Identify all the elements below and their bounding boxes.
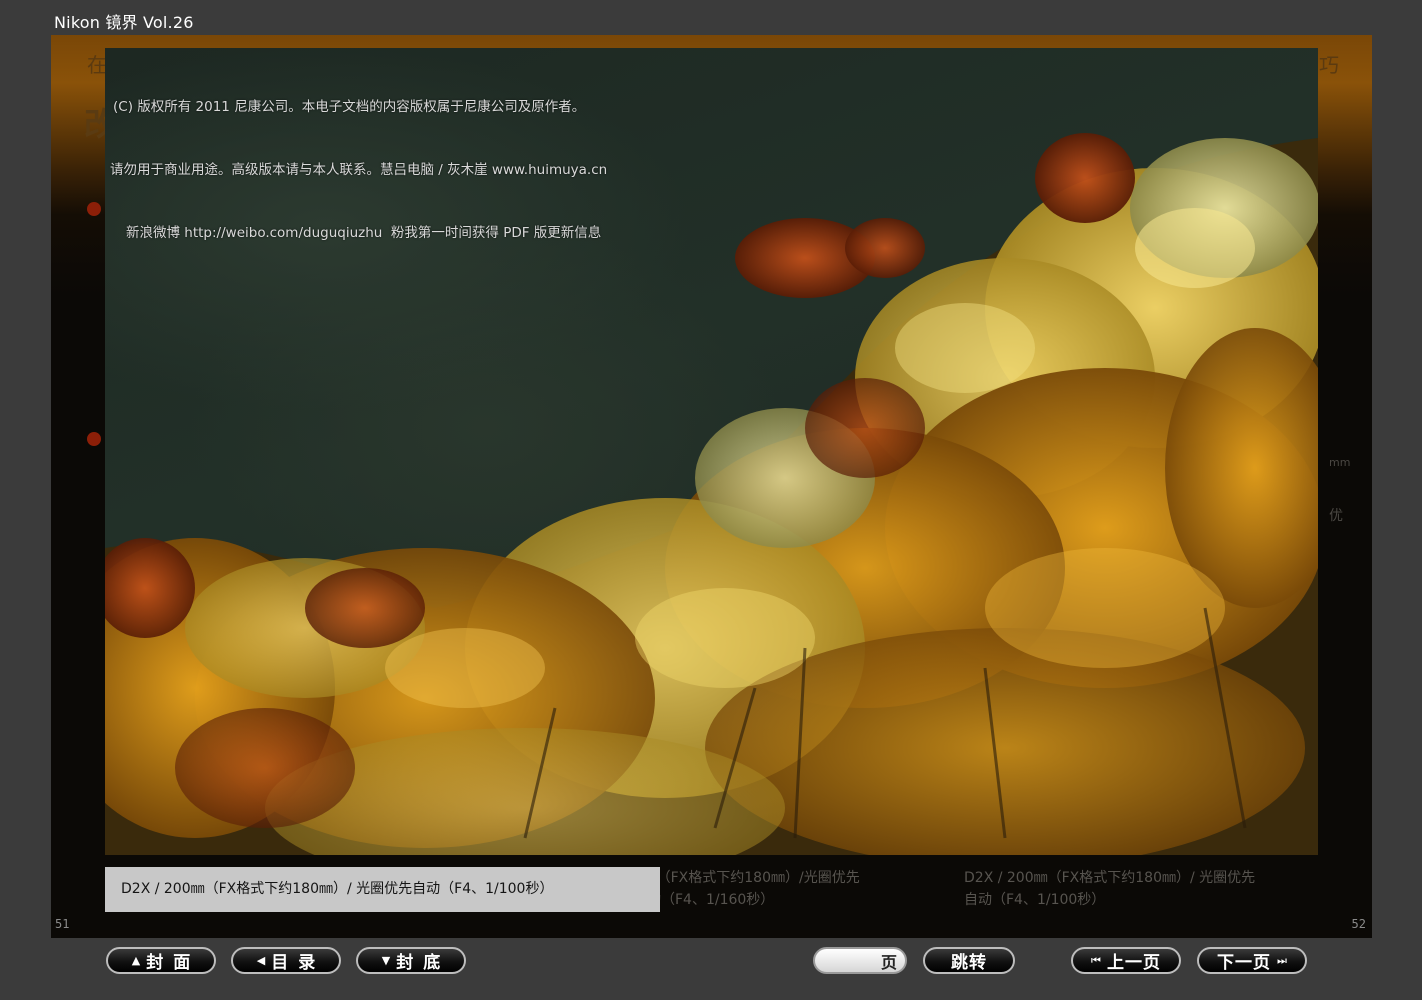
- triangle-down-icon: ▼: [381, 954, 391, 967]
- page-number-left: 51: [55, 917, 70, 931]
- ghost-caption-right: D2X / 200㎜（FX格式下约180㎜）/ 光圈优先 自动（F4、1/100…: [964, 867, 1255, 911]
- jump-button-label: 跳转: [951, 953, 987, 973]
- contents-button-label: 目录: [271, 953, 326, 973]
- ghost-side-unit: mm: [1329, 456, 1351, 469]
- bullet-dot: [87, 432, 101, 446]
- copyright-notice: (C) 版权所有 2011 尼康公司。本电子文档的内容版权属于尼康公司及原作者。…: [110, 55, 608, 286]
- autumn-forest-photo: (C) 版权所有 2011 尼康公司。本电子文档的内容版权属于尼康公司及原作者。…: [105, 48, 1318, 855]
- previous-page-button[interactable]: ⏮ 上一页: [1071, 947, 1181, 974]
- copyright-line: (C) 版权所有 2011 尼康公司。本电子文档的内容版权属于尼康公司及原作者。: [113, 99, 586, 115]
- previous-page-label: 上一页: [1106, 953, 1161, 973]
- back-cover-button[interactable]: ▼ 封底: [356, 947, 466, 974]
- ghost-side-text: 优: [1329, 508, 1343, 524]
- copyright-line: 新浪微博 http://weibo.com/duguqiuzhu 粉我第一时间获…: [126, 225, 602, 241]
- ghost-title-left: 在: [87, 53, 107, 77]
- triangle-up-icon: ▲: [131, 954, 141, 967]
- page-number-field[interactable]: 页: [813, 947, 907, 974]
- triangle-left-icon: ◀: [256, 954, 266, 967]
- app-title: Nikon 镜界 Vol.26: [54, 13, 194, 32]
- ghost-caption-line: 自动（F4、1/100秒）: [964, 892, 1106, 908]
- contents-button[interactable]: ◀ 目录: [231, 947, 341, 974]
- page-number-right: 52: [1351, 917, 1366, 931]
- magazine-spread: 在 巧 改 mm 优 (C) 版权所有 2011 尼康公司。本电子文档的内容版权…: [51, 35, 1372, 938]
- back-cover-button-label: 封底: [396, 953, 451, 973]
- next-page-label: 下一页: [1217, 953, 1272, 973]
- ghost-caption-line: D2X / 200㎜（FX格式下约180㎜）/ 光圈优先: [964, 870, 1256, 886]
- jump-button[interactable]: 跳转: [923, 947, 1015, 974]
- cover-button-label: 封面: [146, 953, 201, 973]
- skip-back-icon: ⏮: [1091, 953, 1101, 967]
- bullet-dot: [87, 202, 101, 216]
- copyright-line: 请勿用于商业用途。高级版本请与本人联系。慧吕电脑 / 灰木崖 www.huimu…: [110, 162, 608, 178]
- ghost-title-right: 巧: [1319, 53, 1339, 77]
- photo-caption: D2X / 200㎜（FX格式下约180㎜）/ 光圈优先自动（F4、1/100秒…: [105, 867, 660, 912]
- next-page-button[interactable]: 下一页 ⏭: [1197, 947, 1307, 974]
- cover-button[interactable]: ▲ 封面: [106, 947, 216, 974]
- page-number-input[interactable]: [823, 951, 887, 972]
- skip-forward-icon: ⏭: [1277, 953, 1287, 967]
